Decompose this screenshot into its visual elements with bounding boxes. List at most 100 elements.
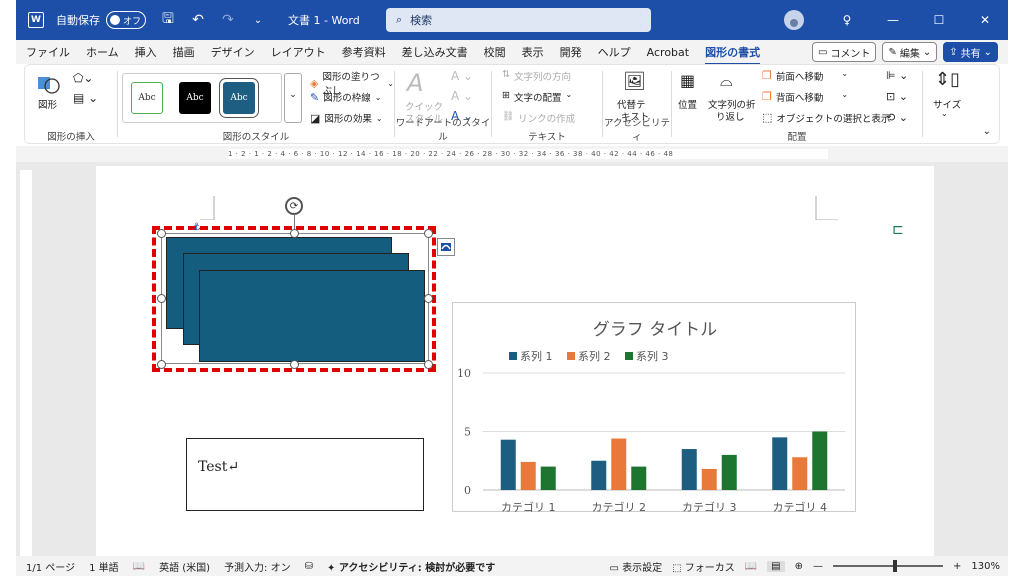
web-layout-icon[interactable]: ⊕ (795, 561, 803, 572)
wrap-text-icon[interactable]: ⌓ (720, 71, 733, 91)
align-text-button[interactable]: ⊞ 文字の配置 ⌄ (502, 90, 572, 104)
text-box[interactable]: Test↵ (186, 438, 424, 511)
predictive-text[interactable]: 予測入力: オン (224, 559, 291, 574)
chevron-down-icon: ⌄ (941, 109, 948, 118)
maximize-icon[interactable]: ☐ (916, 13, 962, 27)
collapse-ribbon-icon[interactable]: ⌄ (983, 126, 991, 137)
chart-title: グラフ タイトル (593, 320, 717, 340)
x-tick-label: カテゴリ 2 (592, 500, 647, 513)
zoom-level[interactable]: 130% (971, 561, 1000, 572)
size-icon[interactable]: ⇕▯ (935, 69, 960, 90)
shape-effects-button[interactable]: ◪ 図形の効果 ⌄ (310, 111, 383, 126)
align-icon[interactable]: ⊫ ⌄ (886, 69, 908, 82)
resize-handle[interactable] (290, 360, 299, 369)
rotate-handle-icon[interactable]: ⟳ (285, 197, 303, 215)
text-outline-icon[interactable]: A ⌄ (451, 89, 473, 103)
alt-text-icon[interactable]: 🖼 (623, 71, 646, 92)
tab-acrobat[interactable]: Acrobat (647, 46, 689, 59)
word-count[interactable]: 1 単語 (89, 559, 119, 574)
style-option-black[interactable]: Abc (179, 82, 211, 114)
close-icon[interactable]: ✕ (962, 13, 1008, 27)
tab-file[interactable]: ファイル (26, 44, 70, 60)
tab-design[interactable]: デザイン (211, 44, 255, 60)
share-button[interactable]: ⇪ 共有 ⌄ (943, 42, 998, 62)
selection-pane-button[interactable]: ⬚ オブジェクトの選択と表示 (762, 111, 890, 125)
style-gallery-more-button[interactable]: ⌄ (284, 73, 302, 123)
style-option-outline[interactable]: Abc (131, 82, 163, 114)
resize-handle[interactable] (424, 229, 433, 238)
print-layout-icon[interactable]: ▤ (767, 560, 785, 572)
lightbulb-icon[interactable]: ♀ (824, 13, 870, 27)
language[interactable]: 英語 (米国) (159, 559, 210, 574)
tab-review[interactable]: 校閲 (484, 44, 506, 60)
highlight-annotation (152, 226, 436, 372)
position-icon[interactable]: ▦ (680, 71, 695, 90)
macro-icon[interactable]: ⛁ (305, 561, 313, 572)
group-label-wordart: ワードアートのスタイル (395, 118, 491, 143)
resize-handle[interactable] (424, 360, 433, 369)
group-label-arrange: 配置 (787, 132, 807, 143)
tab-insert[interactable]: 挿入 (135, 44, 157, 60)
rotate-icon[interactable]: ⟲ ⌄ (886, 111, 908, 124)
text-direction-button[interactable]: ⇅ 文字列の方向 (502, 69, 571, 83)
add-comment-icon[interactable]: ⊏ (892, 222, 904, 238)
text-box-icon[interactable]: ▤ ⌄ (73, 91, 98, 105)
monitor-icon: ▭ (609, 562, 623, 574)
chevron-down-icon: ⌄ (841, 90, 849, 99)
tab-mailings[interactable]: 差し込み文書 (402, 44, 468, 60)
resize-handle[interactable] (424, 294, 433, 303)
effects-icon: ◪ (310, 111, 321, 125)
tab-layout[interactable]: レイアウト (271, 44, 326, 60)
word-app-icon: W (28, 12, 44, 28)
save-icon[interactable]: 🖫 (160, 8, 176, 32)
minimize-icon[interactable]: — (870, 13, 916, 27)
redo-icon[interactable]: ↷ (220, 12, 236, 28)
send-backward-label: 背面へ移動 (775, 93, 824, 104)
tab-developer[interactable]: 開発 (560, 44, 582, 60)
tab-shape-format[interactable]: 図形の書式 (705, 44, 761, 65)
display-settings-button[interactable]: ▭ 表示設定 (609, 559, 662, 574)
comments-button[interactable]: ▭ コメント (811, 42, 877, 62)
focus-button[interactable]: ⬚ フォーカス (672, 559, 735, 574)
document-title: 文書 1 - Word (288, 14, 360, 27)
resize-handle[interactable] (157, 294, 166, 303)
read-mode-icon[interactable]: 📖 (745, 561, 757, 572)
resize-handle[interactable] (290, 229, 299, 238)
y-tick-label: 0 (464, 484, 471, 497)
search-box[interactable]: ⌕ 検索 (386, 8, 651, 32)
tab-help[interactable]: ヘルプ (598, 44, 631, 60)
editing-button[interactable]: ✎ 編集 ⌄ (882, 42, 938, 62)
create-link-button[interactable]: ⛓ リンクの作成 (502, 111, 575, 125)
wordart-icon[interactable]: A (407, 69, 423, 97)
style-option-blue[interactable]: Abc (219, 78, 259, 118)
proofing-icon[interactable]: 📖 (133, 561, 145, 572)
tab-home[interactable]: ホーム (86, 44, 119, 60)
shape-outline-label: 図形の枠線 (323, 93, 371, 104)
undo-icon[interactable]: ↶ (190, 12, 206, 28)
text-fill-icon[interactable]: A ⌄ (451, 69, 473, 83)
tab-references[interactable]: 参考資料 (342, 44, 386, 60)
shape-outline-button[interactable]: ✎ 図形の枠線 ⌄ (310, 90, 381, 105)
zoom-out-icon[interactable]: — (813, 561, 823, 572)
group-accessibility: 🖼 代替テ キスト アクセシビリティ (603, 65, 671, 145)
bar (701, 468, 717, 490)
group-objects-icon[interactable]: ⊡ ⌄ (886, 90, 908, 103)
avatar[interactable] (784, 10, 804, 30)
send-backward-button[interactable]: ❐ 背面へ移動 ⌄ (762, 90, 848, 104)
shapes-icon[interactable] (37, 71, 61, 95)
zoom-slider[interactable] (833, 560, 944, 572)
page-count[interactable]: 1/1 ページ (26, 559, 75, 574)
bring-forward-button[interactable]: ❐ 前面へ移動 ⌄ (762, 69, 848, 83)
tab-view[interactable]: 表示 (522, 44, 544, 60)
customize-qat-icon[interactable]: ⌄ (250, 15, 266, 26)
zoom-in-icon[interactable]: + (953, 561, 961, 572)
edit-shape-icon[interactable]: ⬠⌄ (73, 71, 93, 85)
chart-frame[interactable]: グラフ タイトル 系列 1 系列 2 系列 3 0 5 10 カテゴリ 1 カテゴリ 2 カテゴリ… (452, 302, 856, 514)
resize-handle[interactable] (157, 360, 166, 369)
layout-options-icon[interactable] (437, 238, 455, 256)
resize-handle[interactable] (157, 229, 166, 238)
autosave-toggle[interactable]: オフ (106, 11, 146, 29)
tab-draw[interactable]: 描画 (173, 44, 195, 60)
zoom-slider-thumb[interactable] (893, 560, 898, 572)
accessibility-status[interactable]: ✦ アクセシビリティ: 検討が必要です (327, 559, 495, 574)
